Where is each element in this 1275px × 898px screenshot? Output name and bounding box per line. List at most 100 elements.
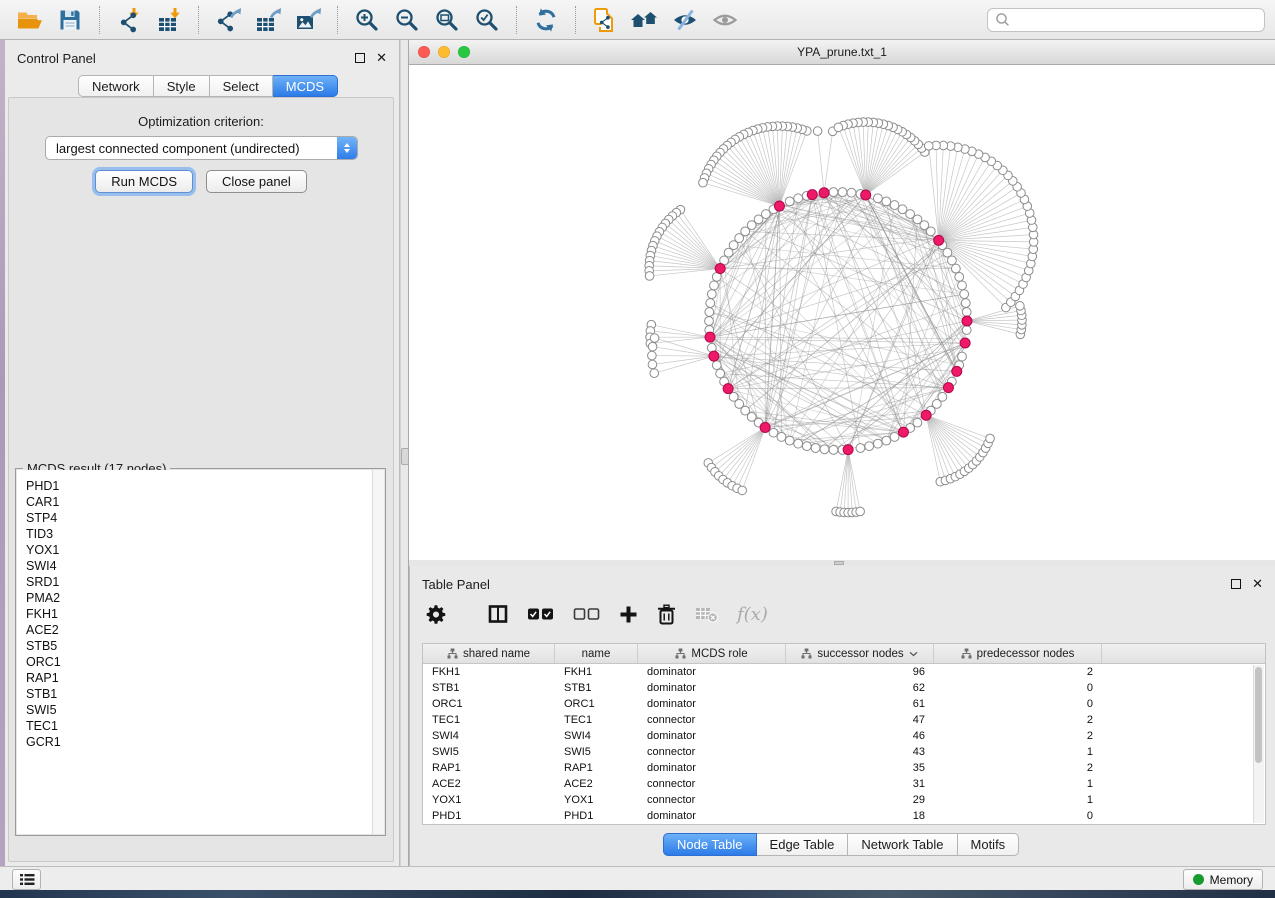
mcds-node-item[interactable]: ORC1	[17, 654, 372, 670]
toolbar-hide-selected-button[interactable]	[669, 4, 701, 36]
mcds-node-item[interactable]: SWI5	[17, 702, 372, 718]
graph-node[interactable]	[962, 308, 971, 317]
task-history-button[interactable]	[12, 869, 41, 890]
graph-node[interactable]	[873, 439, 882, 448]
graph-mcds-node[interactable]	[960, 338, 970, 348]
table-toolbar-delete-button[interactable]	[657, 599, 676, 629]
graph-node[interactable]	[890, 433, 899, 442]
mcds-node-item[interactable]: CAR1	[17, 494, 372, 510]
mcds-result-scrollbar[interactable]	[372, 470, 384, 834]
mcds-node-item[interactable]: STP4	[17, 510, 372, 526]
graph-node[interactable]	[794, 194, 803, 203]
maximize-window-icon[interactable]	[458, 46, 470, 58]
graph-node[interactable]	[856, 444, 865, 453]
table-toolbar-gear-button[interactable]	[426, 599, 447, 629]
graph-mcds-node[interactable]	[709, 351, 719, 361]
graph-node[interactable]	[716, 369, 725, 378]
mcds-node-item[interactable]: STB5	[17, 638, 372, 654]
graph-mcds-node[interactable]	[943, 383, 953, 393]
table-row[interactable]: STB1STB1dominator620	[423, 680, 1265, 696]
toolbar-export-table-button[interactable]	[252, 4, 284, 36]
graph-node[interactable]	[724, 248, 733, 257]
graph-node[interactable]	[794, 439, 803, 448]
table-row[interactable]: ORC1ORC1dominator610	[423, 696, 1265, 712]
minimize-window-icon[interactable]	[438, 46, 450, 58]
column-header-successor-nodes[interactable]: successor nodes	[786, 644, 934, 663]
horizontal-splitter-grip[interactable]	[834, 561, 844, 565]
network-canvas[interactable]	[409, 65, 1275, 560]
tab-mcds[interactable]: MCDS	[273, 75, 338, 97]
graph-mcds-node[interactable]	[934, 235, 944, 245]
toolbar-first-neighbors-button[interactable]	[629, 4, 661, 36]
graph-node[interactable]	[962, 326, 971, 335]
toolbar-clone-network-button[interactable]	[589, 4, 621, 36]
graph-node[interactable]	[913, 418, 922, 427]
mcds-node-item[interactable]: FKH1	[17, 606, 372, 622]
mcds-node-item[interactable]: TEC1	[17, 718, 372, 734]
graph-node[interactable]	[712, 361, 721, 370]
graph-node[interactable]	[924, 142, 933, 151]
criterion-dropdown[interactable]: largest connected component (undirected)	[45, 136, 358, 160]
column-header-shared-name[interactable]: shared name	[423, 644, 555, 663]
graph-node[interactable]	[865, 442, 874, 451]
graph-mcds-node[interactable]	[723, 384, 733, 394]
mcds-node-item[interactable]: STB1	[17, 686, 372, 702]
graph-node[interactable]	[777, 433, 786, 442]
search-input[interactable]	[1015, 12, 1257, 28]
toolbar-open-session-button[interactable]	[14, 4, 46, 36]
graph-node[interactable]	[645, 272, 654, 281]
toolbar-zoom-fit-button[interactable]	[431, 4, 463, 36]
graph-node[interactable]	[813, 127, 822, 136]
toolbar-import-table-button[interactable]	[153, 4, 185, 36]
search-box[interactable]	[987, 8, 1265, 32]
toolbar-show-all-button[interactable]	[709, 4, 741, 36]
mcds-node-item[interactable]: YOX1	[17, 542, 372, 558]
vertical-splitter-grip[interactable]	[401, 448, 409, 465]
graph-node[interactable]	[838, 188, 847, 197]
graph-node[interactable]	[829, 188, 838, 197]
graph-mcds-node[interactable]	[774, 201, 784, 211]
graph-node[interactable]	[1016, 302, 1025, 311]
graph-node[interactable]	[769, 428, 778, 437]
graph-node[interactable]	[648, 360, 657, 369]
table-scrollbar[interactable]	[1253, 665, 1264, 823]
close-table-panel-icon[interactable]: ✕	[1252, 579, 1263, 589]
column-header-MCDS-role[interactable]: MCDS role	[638, 644, 786, 663]
table-row[interactable]: PHD1PHD1dominator180	[423, 808, 1265, 824]
graph-node[interactable]	[648, 342, 657, 351]
table-scrollbar-thumb[interactable]	[1255, 667, 1262, 763]
table-row[interactable]: ACE2ACE2connector311	[423, 776, 1265, 792]
table-toolbar-columns-button[interactable]	[488, 599, 508, 629]
graph-node[interactable]	[958, 281, 967, 290]
table-row[interactable]: SWI5SWI5connector431	[423, 744, 1265, 760]
graph-mcds-node[interactable]	[861, 190, 871, 200]
toolbar-zoom-selected-button[interactable]	[471, 4, 503, 36]
mcds-node-item[interactable]: ACE2	[17, 622, 372, 638]
graph-node[interactable]	[705, 308, 714, 317]
graph-node[interactable]	[829, 446, 838, 455]
float-panel-icon[interactable]	[355, 53, 365, 63]
graph-mcds-node[interactable]	[715, 264, 725, 274]
graph-node[interactable]	[710, 281, 719, 290]
graph-node[interactable]	[847, 188, 856, 197]
toolbar-zoom-out-button[interactable]	[391, 4, 423, 36]
graph-node[interactable]	[961, 299, 970, 308]
close-panel-icon[interactable]: ✕	[376, 53, 387, 63]
network-titlebar[interactable]: YPA_prune.txt_1	[409, 40, 1275, 65]
graph-node[interactable]	[955, 272, 964, 281]
table-row[interactable]: RAP1RAP1dominator352	[423, 760, 1265, 776]
table-toolbar-deselect-all-button[interactable]	[573, 599, 600, 629]
table-row[interactable]: SWI4SWI4dominator462	[423, 728, 1265, 744]
graph-node[interactable]	[890, 201, 899, 210]
mcds-node-item[interactable]: PMA2	[17, 590, 372, 606]
graph-node[interactable]	[705, 317, 714, 326]
graph-mcds-node[interactable]	[843, 445, 853, 455]
close-panel-button[interactable]: Close panel	[206, 170, 307, 193]
graph-node[interactable]	[648, 351, 657, 360]
toolbar-refresh-button[interactable]	[530, 4, 562, 36]
tab-network-table[interactable]: Network Table	[848, 833, 957, 856]
graph-node[interactable]	[898, 205, 907, 214]
run-mcds-button[interactable]: Run MCDS	[95, 170, 193, 193]
mcds-node-item[interactable]: GCR1	[17, 734, 372, 750]
table-toolbar-add-button[interactable]	[619, 599, 638, 629]
